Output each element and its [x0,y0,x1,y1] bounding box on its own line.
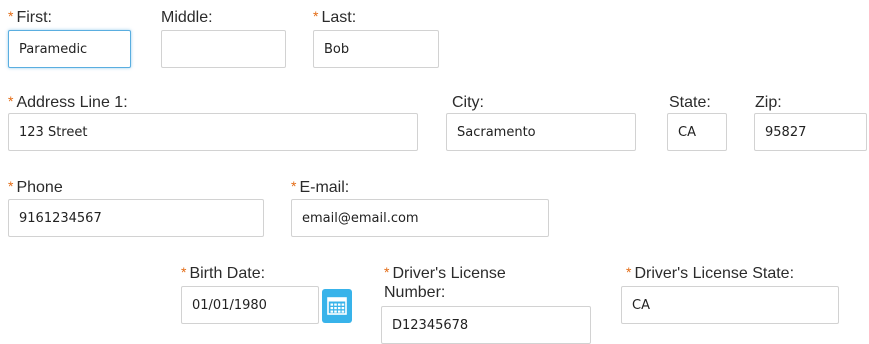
middle-name-label: Middle: [161,9,213,26]
address-line1-label: * Address Line 1: [8,93,128,111]
first-name-input[interactable] [8,30,131,68]
zip-label: Zip: [755,94,782,111]
required-marker: * [8,8,14,24]
state-field: State: [667,93,727,151]
license-state-field: * Driver's License State: [621,264,839,324]
license-number-label: * Driver's License Number: [384,264,506,301]
middle-name-input[interactable] [161,30,286,68]
required-marker: * [313,8,319,24]
email-label: * E-mail: [291,178,350,196]
address-line1-field: * Address Line 1: [8,93,418,151]
last-name-label: * Last: [313,8,357,26]
required-marker: * [181,264,187,280]
last-name-field: * Last: [313,8,439,68]
license-number-input[interactable] [381,306,591,344]
phone-field: * Phone [8,178,264,237]
state-input[interactable] [667,113,727,151]
license-number-field: * Driver's License Number: [381,264,591,344]
zip-input[interactable] [754,113,867,151]
required-marker: * [291,178,297,194]
first-name-field: * First: [8,8,131,68]
phone-label: * Phone [8,178,63,196]
zip-field: Zip: [754,93,867,151]
required-marker: * [384,264,390,280]
city-label: City: [452,94,484,111]
email-input[interactable] [291,199,549,237]
required-marker: * [8,178,14,194]
calendar-button[interactable] [322,289,352,323]
required-marker: * [626,264,632,280]
city-field: City: [446,93,636,151]
birth-date-input[interactable] [181,286,319,324]
first-name-label: * First: [8,8,52,26]
required-marker: * [8,93,14,109]
birth-date-label: * Birth Date: [181,264,266,282]
phone-input[interactable] [8,199,264,237]
license-state-label: * Driver's License State: [626,264,795,282]
email-field: * E-mail: [291,178,549,237]
calendar-icon [327,297,347,315]
birth-date-field: * Birth Date: [181,264,319,324]
license-state-input[interactable] [621,286,839,324]
last-name-input[interactable] [313,30,439,68]
city-input[interactable] [446,113,636,151]
state-label: State: [669,94,711,111]
address-line1-input[interactable] [8,113,418,151]
middle-name-field: Middle: [161,8,286,68]
